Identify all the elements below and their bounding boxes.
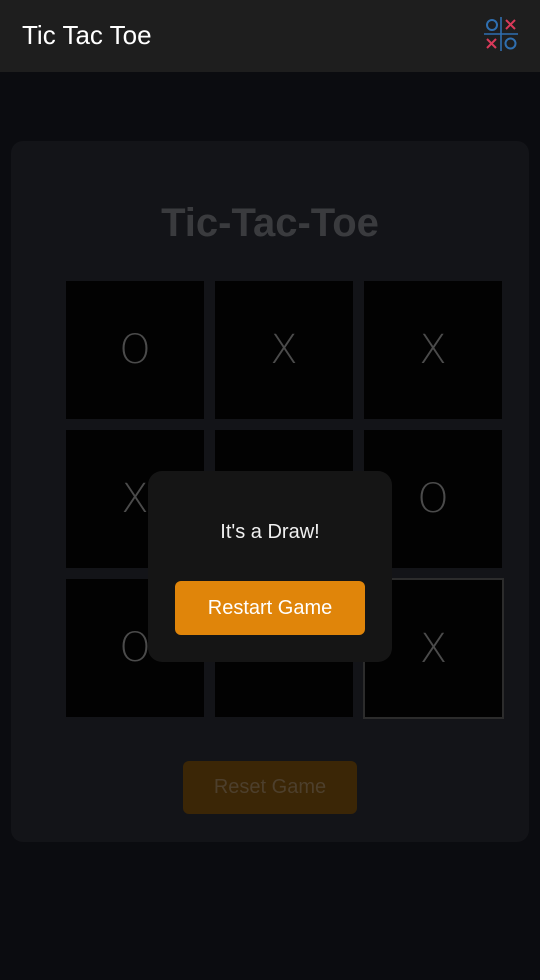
result-message: It's a Draw! xyxy=(220,521,320,543)
result-dialog: It's a Draw! Restart Game xyxy=(148,471,392,662)
reset-game-button[interactable]: Reset Game xyxy=(183,761,357,814)
board-cell-3[interactable]: X xyxy=(364,281,502,419)
app-bar: Tic Tac Toe xyxy=(0,0,540,72)
board-cell-2[interactable]: X xyxy=(215,281,353,419)
restart-game-button[interactable]: Restart Game xyxy=(175,581,365,635)
board-cell-1[interactable]: O xyxy=(66,281,204,419)
tic-tac-toe-logo-icon xyxy=(484,17,518,51)
game-title: Tic-Tac-Toe xyxy=(161,201,379,245)
app-title: Tic Tac Toe xyxy=(22,20,152,50)
